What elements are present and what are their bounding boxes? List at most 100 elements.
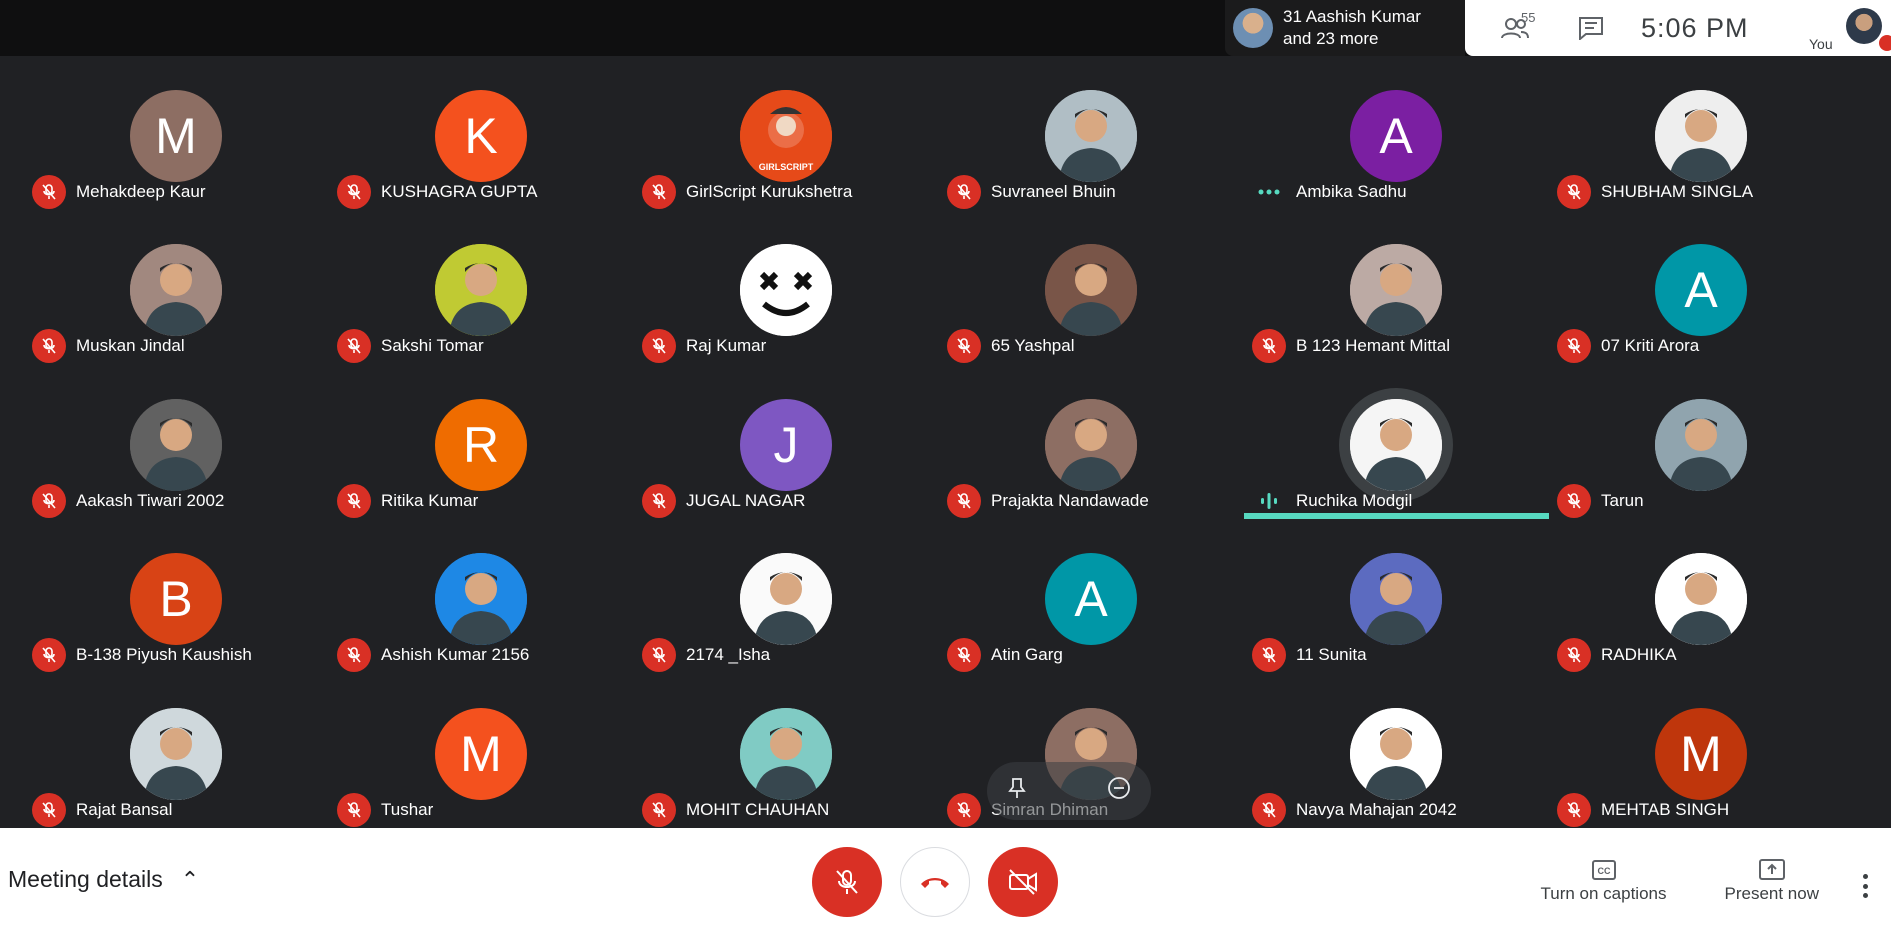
mic-muted-icon bbox=[337, 483, 371, 518]
participant-tile[interactable]: Suvraneel Bhuin bbox=[939, 56, 1244, 210]
participant-tile[interactable]: GIRLSCRIPT GirlScript Kurukshetra bbox=[634, 56, 939, 210]
presenter-chip[interactable]: 31 Aashish Kumar and 23 more bbox=[1225, 0, 1465, 56]
participant-tile[interactable]: M MEHTAB SINGH bbox=[1549, 674, 1854, 828]
people-button[interactable]: 55 bbox=[1485, 0, 1545, 56]
pin-icon[interactable] bbox=[1007, 777, 1027, 804]
participant-avatar: B bbox=[130, 553, 222, 646]
mic-muted-icon bbox=[337, 175, 371, 209]
camera-toggle-button[interactable] bbox=[988, 847, 1058, 917]
tile-hover-controls bbox=[987, 761, 1151, 820]
participant-tile[interactable]: Aakash Tiwari 2002 bbox=[24, 365, 329, 519]
participant-name-row: Aakash Tiwari 2002 bbox=[32, 483, 224, 519]
participant-name-row: B 123 Hemant Mittal bbox=[1252, 328, 1450, 364]
participant-name: RADHIKA bbox=[1601, 645, 1677, 665]
participant-tile[interactable]: B 123 Hemant Mittal bbox=[1244, 210, 1549, 364]
more-dot-icon bbox=[1862, 874, 1868, 879]
participant-tile[interactable]: MOHIT CHAUHAN bbox=[634, 674, 939, 828]
participant-tile[interactable]: A Atin Garg bbox=[939, 519, 1244, 673]
participant-avatar bbox=[1350, 707, 1442, 800]
participant-tile[interactable]: Muskan Jindal bbox=[24, 210, 329, 364]
participant-tile[interactable]: Raj Kumar bbox=[634, 210, 939, 364]
participant-name: Ambika Sadhu bbox=[1296, 182, 1407, 201]
participant-tile[interactable]: 11 Sunita bbox=[1244, 519, 1549, 673]
participant-name: SHUBHAM SINGLA bbox=[1601, 182, 1754, 201]
participant-tile[interactable]: B B-138 Piyush Kaushish bbox=[24, 519, 329, 673]
participant-tile[interactable]: SHUBHAM SINGLA bbox=[1549, 56, 1854, 210]
participant-avatar: K bbox=[435, 90, 527, 182]
participant-tile[interactable]: Prajakta Nandawade bbox=[939, 365, 1244, 519]
self-view[interactable]: You bbox=[1801, 0, 1891, 56]
participant-tile[interactable]: Rajat Bansal bbox=[24, 674, 329, 828]
mic-muted-icon bbox=[642, 638, 676, 673]
participant-name: Aakash Tiwari 2002 bbox=[76, 490, 225, 510]
participant-name-row: Suvraneel Bhuin bbox=[947, 174, 1116, 210]
presenter-avatar bbox=[1233, 8, 1273, 48]
participant-tile[interactable]: J JUGAL NAGAR bbox=[634, 365, 939, 519]
participant-grid: M Mehakdeep Kaur K KUSHAGRA GUPTA GIRLSCRIPT… bbox=[24, 56, 1854, 828]
top-bar: 31 Aashish Kumar and 23 more 55 5:06 PM … bbox=[0, 0, 1891, 56]
participant-name-row: Tushar bbox=[337, 792, 433, 828]
remove-icon[interactable] bbox=[1107, 776, 1131, 805]
more-options-button[interactable] bbox=[1861, 874, 1869, 898]
mic-muted-icon bbox=[947, 175, 981, 209]
participant-tile[interactable]: Ruchika Modgil bbox=[1244, 365, 1549, 520]
participant-tile[interactable]: 2174 _Isha bbox=[634, 519, 939, 673]
people-count: 55 bbox=[1521, 10, 1536, 25]
participant-name: Atin Garg bbox=[991, 645, 1063, 665]
participant-avatar: R bbox=[435, 398, 527, 491]
mic-muted-icon bbox=[947, 792, 981, 827]
captions-button[interactable]: CC Turn on captions bbox=[1541, 856, 1667, 904]
participant-avatar: A bbox=[1045, 553, 1137, 646]
participant-avatar bbox=[130, 244, 222, 337]
mic-muted-icon bbox=[947, 483, 981, 518]
participant-tile[interactable]: Tarun bbox=[1549, 365, 1854, 519]
chat-button[interactable] bbox=[1561, 0, 1621, 56]
mic-muted-icon bbox=[1557, 483, 1591, 518]
participant-tile[interactable]: M Tushar bbox=[329, 674, 634, 828]
self-muted-icon bbox=[1879, 35, 1891, 51]
participant-avatar: A bbox=[1350, 90, 1442, 182]
participant-name: GirlScript Kurukshetra bbox=[686, 182, 853, 201]
participant-tile[interactable]: Sakshi Tomar bbox=[329, 210, 634, 364]
participant-avatar bbox=[740, 707, 832, 800]
participant-avatar bbox=[1350, 553, 1442, 646]
present-button[interactable]: Present now bbox=[1725, 856, 1819, 904]
participant-name-row: JUGAL NAGAR bbox=[642, 483, 805, 519]
mic-muted-icon bbox=[1252, 792, 1286, 827]
mic-muted-icon bbox=[1557, 175, 1591, 209]
mic-toggle-button[interactable] bbox=[812, 847, 882, 917]
participant-avatar: A bbox=[1655, 244, 1747, 337]
participant-tile[interactable]: Ashish Kumar 2156 bbox=[329, 519, 634, 673]
participant-name-row: 07 Kriti Arora bbox=[1557, 328, 1699, 364]
mic-off-icon bbox=[836, 870, 858, 894]
mic-muted-icon bbox=[337, 792, 371, 827]
participant-name: Tarun bbox=[1601, 490, 1644, 510]
participant-name-row: Ashish Kumar 2156 bbox=[337, 637, 529, 673]
mic-muted-icon bbox=[337, 638, 371, 673]
participant-tile[interactable]: A 07 Kriti Arora bbox=[1549, 210, 1854, 364]
mic-muted-icon bbox=[337, 329, 371, 364]
participant-tile[interactable]: 65 Yashpal bbox=[939, 210, 1244, 364]
participant-tile[interactable]: K KUSHAGRA GUPTA bbox=[329, 56, 634, 210]
meeting-details-label: Meeting details bbox=[8, 866, 163, 892]
participant-name-row: Muskan Jindal bbox=[32, 328, 185, 364]
participant-tile[interactable]: RADHIKA bbox=[1549, 519, 1854, 673]
leave-call-button[interactable] bbox=[900, 847, 970, 917]
participant-tile[interactable]: Navya Mahajan 2042 bbox=[1244, 674, 1549, 828]
participant-name-row: GirlScript Kurukshetra bbox=[642, 174, 852, 210]
more-dot-icon bbox=[1862, 883, 1868, 889]
participant-tile[interactable]: Simran Dhiman bbox=[939, 674, 1244, 828]
participant-avatar: M bbox=[435, 707, 527, 800]
participant-avatar: GIRLSCRIPT bbox=[740, 90, 832, 182]
you-avatar bbox=[1846, 8, 1882, 44]
participant-name: Raj Kumar bbox=[686, 336, 767, 356]
participant-avatar bbox=[1045, 90, 1137, 182]
participant-name: Prajakta Nandawade bbox=[991, 490, 1149, 510]
participant-tile[interactable]: A Ambika Sadhu bbox=[1244, 56, 1549, 210]
more-dot-icon bbox=[1862, 893, 1868, 898]
participant-name-row: MEHTAB SINGH bbox=[1557, 792, 1729, 828]
meeting-details-button[interactable]: Meeting details ⌃ bbox=[8, 866, 199, 893]
participant-tile[interactable]: M Mehakdeep Kaur bbox=[24, 56, 329, 210]
participant-tile[interactable]: R Ritika Kumar bbox=[329, 365, 634, 519]
mic-muted-icon bbox=[1557, 329, 1591, 364]
